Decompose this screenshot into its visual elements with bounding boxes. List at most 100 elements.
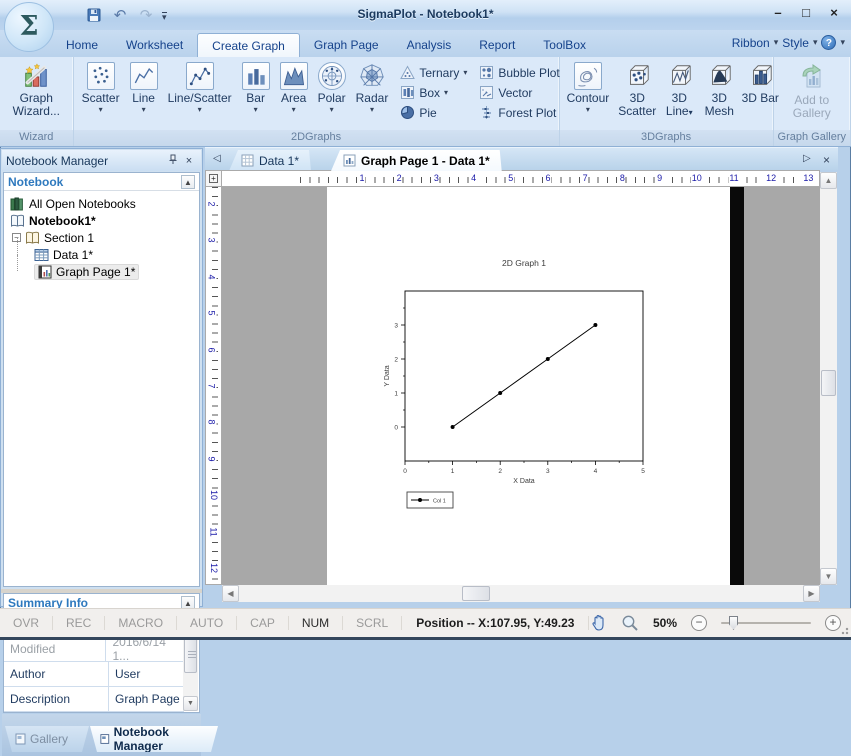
ruler-number: 12 — [765, 173, 777, 183]
toggle-scrl[interactable]: SCRL — [343, 616, 402, 630]
graph-page-canvas[interactable]: 2D Graph 10123450123X DataY DataCol 1 — [327, 187, 730, 585]
toggle-ovr[interactable]: OVR — [0, 616, 53, 630]
polar-button[interactable]: Polar ▾ — [314, 60, 350, 113]
bar-button[interactable]: Bar ▾ — [238, 60, 274, 113]
line-dropdown-icon[interactable]: ▾ — [142, 106, 146, 113]
box-plot-button[interactable]: Box ▾ — [400, 84, 467, 101]
3d-mesh-icon — [705, 62, 733, 90]
ribbon-menu-button[interactable]: Ribbon — [732, 36, 770, 50]
ternary-button[interactable]: Ternary ▾ — [400, 64, 467, 81]
style-menu-dropdown-icon[interactable]: ▾ — [813, 37, 818, 48]
tree-item-graph-page1[interactable]: Graph Page 1* — [4, 263, 199, 280]
scroll-right-icon[interactable]: ▶ — [803, 585, 820, 602]
scatter-button[interactable]: Scatter ▾ — [78, 60, 124, 113]
3d-scatter-button[interactable]: 3D Scatter — [615, 60, 659, 118]
3d-line-dropdown-icon[interactable]: ▾ — [689, 108, 693, 117]
panel-close-icon[interactable]: × — [181, 155, 197, 167]
line-scatter-dropdown-icon[interactable]: ▾ — [198, 106, 202, 113]
summary-row-modified[interactable]: Modified 2016/6/14 1... — [4, 637, 184, 662]
graph-2d[interactable]: 2D Graph 10123450123X DataY DataCol 1 — [380, 250, 660, 515]
doc-close-icon[interactable]: × — [823, 153, 830, 167]
group-label-graph-gallery: Graph Gallery — [774, 130, 850, 146]
toggle-macro[interactable]: MACRO — [105, 616, 177, 630]
doc-tab-graph-page1[interactable]: Graph Page 1 - Data 1* — [331, 150, 502, 171]
tab-graph-page[interactable]: Graph Page — [300, 33, 393, 57]
help-icon[interactable]: ? — [821, 35, 836, 50]
gallery-tab[interactable]: Gallery — [5, 726, 89, 752]
contour-dropdown-icon[interactable]: ▾ — [586, 106, 590, 113]
app-logo[interactable]: Σ — [4, 2, 54, 52]
tree-item-all-open-notebooks[interactable]: All Open Notebooks — [4, 195, 199, 212]
tree-item-notebook1[interactable]: Notebook1* — [4, 212, 199, 229]
page-workspace[interactable]: 2D Graph 10123450123X DataY DataCol 1 — [222, 187, 820, 585]
tab-scroll-left-icon[interactable]: ◁ — [213, 153, 221, 164]
scroll-down-icon[interactable]: ▼ — [820, 568, 837, 585]
area-button[interactable]: Area ▾ — [276, 60, 312, 113]
tab-scroll-right-icon[interactable]: ▷ — [803, 153, 811, 164]
scroll-thumb[interactable] — [184, 635, 197, 673]
notebook-collapse-icon[interactable]: ▲ — [181, 175, 195, 189]
radar-dropdown-icon[interactable]: ▾ — [370, 106, 374, 113]
scroll-thumb[interactable] — [462, 586, 490, 601]
horizontal-scrollbar[interactable]: ◀ ▶ — [222, 585, 820, 602]
doc-tab-data1[interactable]: Data 1* — [229, 150, 311, 171]
radar-button[interactable]: Radar ▾ — [352, 60, 393, 113]
vector-button[interactable]: x Vector — [479, 84, 559, 101]
tree-item-data1[interactable]: Data 1* — [4, 246, 199, 263]
graph-wizard-button[interactable]: Graph Wizard... — [9, 60, 64, 118]
toggle-num[interactable]: NUM — [289, 616, 343, 630]
scatter-dropdown-icon[interactable]: ▾ — [99, 106, 103, 113]
add-to-gallery-button[interactable]: Add to Gallery — [789, 60, 835, 120]
toggle-rec[interactable]: REC — [53, 616, 105, 630]
tab-analysis[interactable]: Analysis — [393, 33, 466, 57]
pin-icon[interactable] — [165, 154, 181, 168]
close-button[interactable]: × — [825, 5, 843, 20]
zoom-slider[interactable] — [721, 615, 811, 631]
tab-home[interactable]: Home — [52, 33, 112, 57]
scroll-down-icon[interactable]: ▼ — [183, 696, 198, 711]
line-button[interactable]: Line ▾ — [126, 60, 162, 113]
zoom-slider-thumb[interactable] — [729, 616, 738, 630]
tab-worksheet[interactable]: Worksheet — [112, 33, 197, 57]
minimize-button[interactable]: – — [769, 5, 787, 20]
pan-hand-icon[interactable] — [590, 614, 607, 632]
tab-report[interactable]: Report — [465, 33, 529, 57]
forest-plot-button[interactable]: Forest Plot — [479, 104, 559, 121]
scroll-up-icon[interactable]: ▲ — [820, 172, 837, 189]
bar-dropdown-icon[interactable]: ▾ — [254, 106, 258, 113]
notebook-section-title: Notebook — [8, 175, 63, 189]
area-dropdown-icon[interactable]: ▾ — [292, 106, 296, 113]
help-dropdown-icon[interactable]: ▾ — [840, 37, 845, 48]
notebook-manager-tab[interactable]: Notebook Manager — [90, 726, 218, 752]
ribbon-menu-dropdown-icon[interactable]: ▾ — [774, 37, 779, 48]
toggle-auto[interactable]: AUTO — [177, 616, 237, 630]
pie-button[interactable]: Pie — [400, 104, 467, 121]
contour-button[interactable]: Contour ▾ — [563, 60, 614, 113]
3d-mesh-button[interactable]: 3D Mesh — [699, 60, 739, 118]
line-scatter-button[interactable]: Line/Scatter ▾ — [164, 60, 236, 113]
box-plot-dropdown-icon[interactable]: ▾ — [444, 88, 448, 97]
bubble-plot-button[interactable]: Bubble Plot — [479, 64, 559, 81]
zoom-out-icon[interactable]: − — [691, 615, 707, 631]
toggle-cap[interactable]: CAP — [237, 616, 289, 630]
style-menu-button[interactable]: Style — [782, 36, 809, 50]
ternary-dropdown-icon[interactable]: ▾ — [463, 68, 467, 77]
tab-toolbox[interactable]: ToolBox — [529, 33, 600, 57]
3d-line-button[interactable]: 3D Line▾ — [661, 60, 697, 119]
group-label-2d-graphs: 2DGraphs — [74, 130, 559, 146]
tab-create-graph[interactable]: Create Graph — [197, 33, 300, 57]
summary-row-description[interactable]: Description Graph Page — [4, 687, 184, 712]
vertical-scrollbar[interactable]: ▲ ▼ — [820, 172, 837, 585]
tree-item-section1[interactable]: − Section 1 — [4, 229, 199, 246]
scroll-thumb[interactable] — [821, 370, 836, 396]
window-resize-grip[interactable] — [839, 625, 849, 635]
graph-page-icon — [38, 265, 52, 279]
summary-row-author[interactable]: Author User — [4, 662, 184, 687]
ruler-origin-button[interactable]: + — [205, 170, 222, 187]
scroll-left-icon[interactable]: ◀ — [222, 585, 239, 602]
line-label: Line — [132, 92, 155, 105]
maximize-button[interactable]: □ — [797, 5, 815, 20]
zoom-magnifier-icon[interactable] — [621, 614, 639, 632]
bar-label: Bar — [246, 92, 265, 105]
polar-dropdown-icon[interactable]: ▾ — [330, 106, 334, 113]
